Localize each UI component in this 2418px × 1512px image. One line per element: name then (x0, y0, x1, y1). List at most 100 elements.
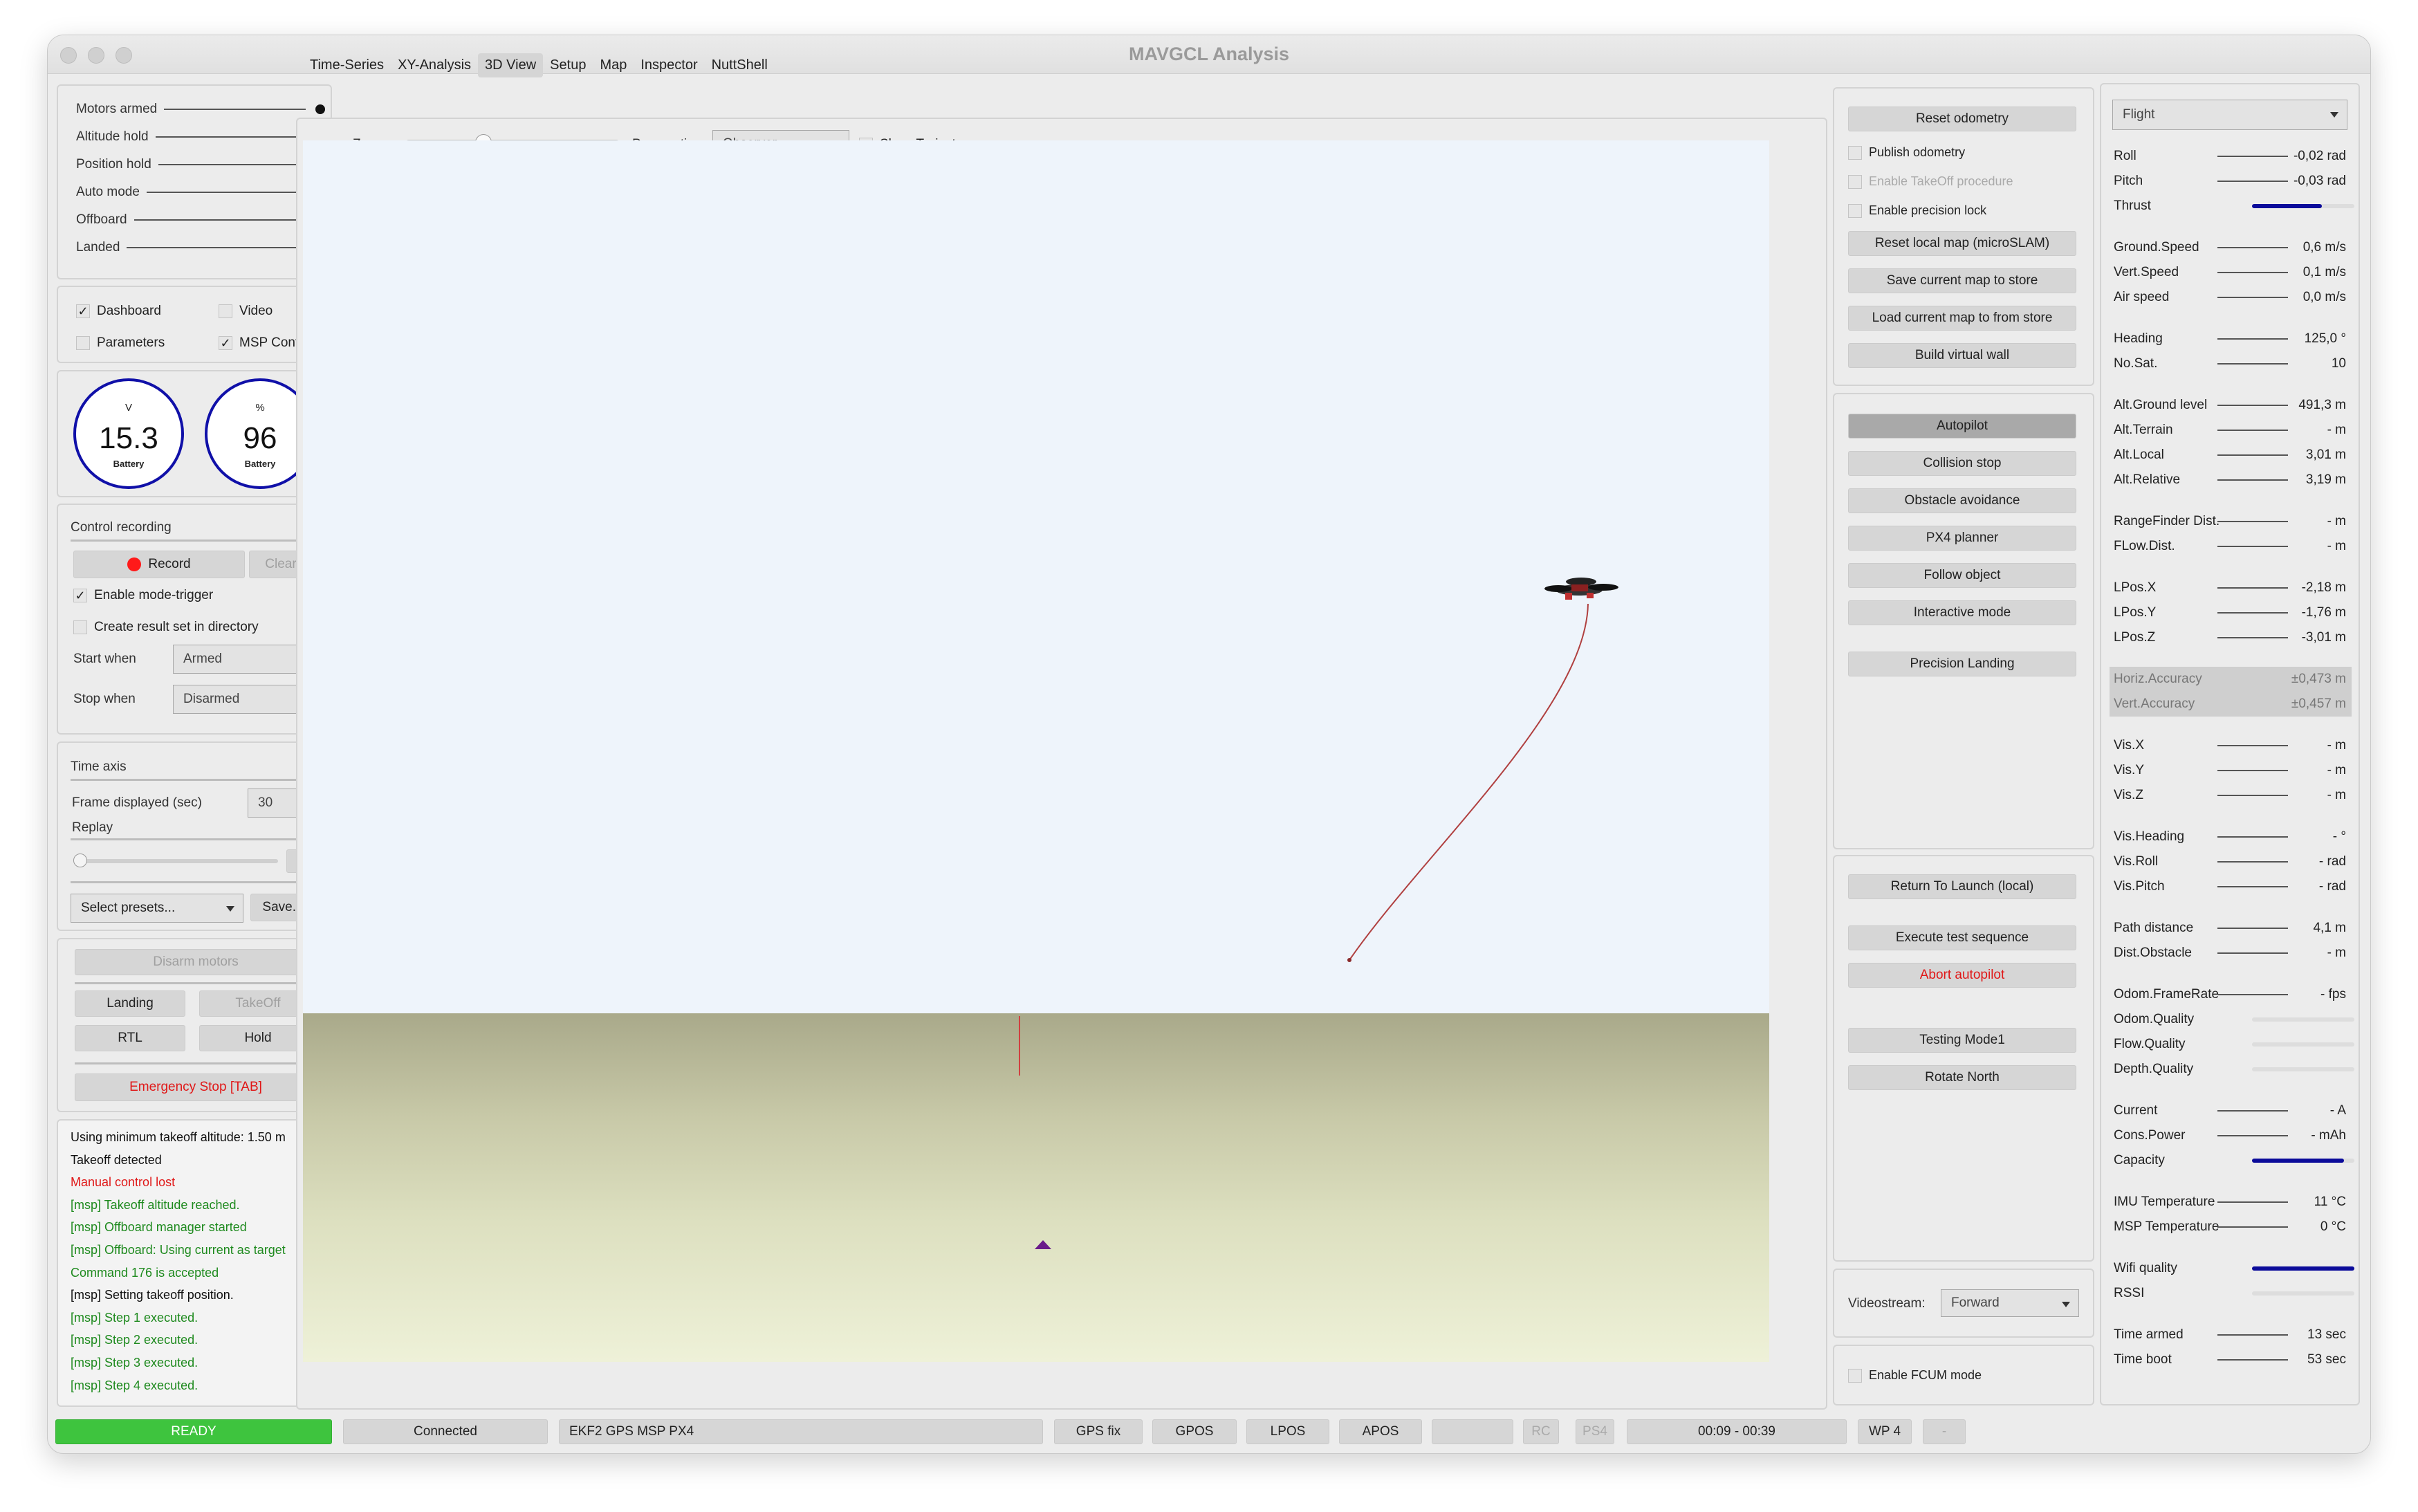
execute-test-sequence-button[interactable]: Execute test sequence (1848, 925, 2076, 950)
log-line: [msp] Step 3 executed. (71, 1356, 199, 1370)
enable-takeoff-checkbox[interactable]: Enable TakeOff procedure (1848, 174, 2013, 189)
disarm-motors-button[interactable]: Disarm motors (75, 949, 317, 975)
start-when-select[interactable]: Armed (173, 645, 314, 674)
obstacle-avoidance-button[interactable]: Obstacle avoidance (1848, 488, 2076, 513)
tab-xy-analysis[interactable]: XY-Analysis (391, 53, 478, 77)
presets-select[interactable]: Select presets... (71, 894, 243, 923)
frame-displayed-label: Frame displayed (sec) (72, 795, 202, 810)
tab-inspector[interactable]: Inspector (634, 53, 704, 77)
telemetry-row: Cons.Power - mAh (2114, 1128, 2346, 1143)
system-info: EKF2 GPS MSP PX4 (559, 1419, 1043, 1444)
control-recording-panel: Control recording Record Clear ✓ Enable m… (57, 504, 332, 735)
testing-mode-button[interactable]: Testing Mode1 (1848, 1028, 2076, 1053)
precision-landing-button[interactable]: Precision Landing (1848, 652, 2076, 676)
telemetry-row: Capacity (2114, 1148, 2356, 1173)
collision-stop-button[interactable]: Collision stop (1848, 451, 2076, 476)
parameters-checkbox[interactable]: Parameters (76, 335, 165, 351)
build-virtual-wall-button[interactable]: Build virtual wall (1848, 343, 2076, 368)
reset-odometry-button[interactable]: Reset odometry (1848, 107, 2076, 131)
telemetry-row: Ground.Speed 0,6 m/s (2114, 240, 2346, 255)
start-when-label: Start when (73, 652, 136, 666)
log-line: [msp] Step 1 executed. (71, 1310, 199, 1325)
level-bar (2252, 204, 2354, 208)
log-line: [msp] Step 2 executed. (71, 1333, 199, 1347)
replay-slider-track[interactable] (77, 859, 278, 863)
publish-odometry-checkbox[interactable]: Publish odometry (1848, 145, 1965, 160)
telemetry-row: Time boot 53 sec (2114, 1352, 2346, 1367)
telemetry-row: Heading 125,0 ° (2114, 331, 2346, 346)
telemetry-row: Vis.Z - m (2114, 788, 2346, 802)
3d-viewport[interactable] (303, 140, 1769, 1362)
tab-time-series[interactable]: Time-Series (303, 53, 391, 77)
log-line: Manual control lost (71, 1175, 176, 1190)
telemetry-panel: Flight Roll -0,02 rad Pitch -0,03 rad Thrust… (2100, 83, 2360, 1405)
telemetry-row: Wifi quality (2114, 1256, 2356, 1281)
telemetry-row: No.Sat. 10 (2114, 356, 2346, 371)
videostream-label: Videostream: (1848, 1296, 1926, 1311)
telemetry-row: Odom.FrameRate - fps (2114, 987, 2346, 1002)
ps4-status: PS4 (1576, 1419, 1614, 1444)
return-to-launch-button[interactable]: Return To Launch (local) (1848, 874, 2076, 899)
telemetry-row: Thrust (2114, 194, 2356, 219)
mode-indicator: Position hold (76, 151, 325, 178)
lpos-status: LPOS (1246, 1419, 1329, 1444)
interactive-mode-button[interactable]: Interactive mode (1848, 600, 2076, 625)
emergency-stop-button[interactable]: Emergency Stop [TAB] (75, 1073, 317, 1101)
tab-map[interactable]: Map (593, 53, 634, 77)
follow-object-button[interactable]: Follow object (1848, 563, 2076, 588)
load-map-button[interactable]: Load current map to from store (1848, 306, 2076, 331)
video-checkbox[interactable]: Video (219, 304, 273, 319)
check-icon: ✓ (76, 304, 90, 318)
scene-overlay (1019, 578, 1618, 1249)
reset-local-map-button[interactable]: Reset local map (microSLAM) (1848, 231, 2076, 256)
gps-fix-status: GPS fix (1054, 1419, 1143, 1444)
status-dot-icon (315, 104, 325, 114)
chevron-down-icon (2330, 112, 2338, 118)
connection-status: Connected (343, 1419, 548, 1444)
msp-autopilot-panel: Autopilot Collision stop Obstacle avoida… (1833, 393, 2094, 849)
videostream-select[interactable]: Forward (1941, 1289, 2079, 1317)
log-line: [msp] Takeoff altitude reached. (71, 1197, 240, 1212)
result-set-checkbox[interactable]: Create result set in directory (73, 620, 259, 635)
tab-nuttshell[interactable]: NuttShell (705, 53, 775, 77)
battery-gauges-panel: V 15.3 Battery % 96 Battery (57, 370, 332, 497)
telemetry-row: Alt.Local 3,01 m (2114, 448, 2346, 462)
tab-3d-view[interactable]: 3D View (478, 53, 544, 77)
save-map-button[interactable]: Save current map to store (1848, 268, 2076, 293)
enable-fcum-checkbox[interactable]: Enable FCUM mode (1848, 1368, 1982, 1383)
rotate-north-button[interactable]: Rotate North (1848, 1065, 2076, 1090)
rtl-button[interactable]: RTL (75, 1025, 185, 1051)
flight-select[interactable]: Flight (2112, 100, 2347, 130)
autopilot-button[interactable]: Autopilot (1848, 414, 2076, 439)
landing-button[interactable]: Landing (75, 990, 185, 1017)
px4-planner-button[interactable]: PX4 planner (1848, 526, 2076, 551)
telemetry-row: Pitch -0,03 rad (2114, 174, 2346, 188)
tab-setup[interactable]: Setup (543, 53, 593, 77)
apos-status: APOS (1339, 1419, 1422, 1444)
telemetry-row: LPos.X -2,18 m (2114, 580, 2346, 595)
precision-lock-checkbox[interactable]: Enable precision lock (1848, 203, 1986, 218)
gpos-status: GPOS (1152, 1419, 1237, 1444)
telemetry-row: LPos.Z -3,01 m (2114, 630, 2346, 645)
replay-slider-handle[interactable] (73, 854, 87, 867)
battery-voltage-gauge: V 15.3 Battery (73, 378, 184, 489)
msp-config-panel: Reset odometry Publish odometry Enable T… (1833, 87, 2094, 386)
mode-trigger-checkbox[interactable]: ✓ Enable mode-trigger (73, 588, 213, 603)
telemetry-row: Vis.X - m (2114, 738, 2346, 753)
record-icon (127, 557, 142, 571)
time-range-status: 00:09 - 00:39 (1627, 1419, 1847, 1444)
telemetry-row: Vis.Heading - ° (2114, 829, 2346, 844)
telemetry-row: Vis.Y - m (2114, 763, 2346, 777)
record-button[interactable]: Record (73, 551, 245, 578)
msp-actions-panel: Return To Launch (local) Execute test se… (1833, 855, 2094, 1262)
mode-indicator: Altitude hold (76, 123, 325, 151)
dashboard-checkbox[interactable]: ✓ Dashboard (76, 304, 161, 319)
fcum-panel: Enable FCUM mode (1833, 1345, 2094, 1405)
mode-indicator: Landed (76, 234, 325, 261)
extra-status: - (1923, 1419, 1966, 1444)
telemetry-row: RSSI (2114, 1281, 2356, 1306)
stop-when-select[interactable]: Disarmed (173, 685, 314, 714)
telemetry-row: Air speed 0,0 m/s (2114, 290, 2346, 304)
abort-autopilot-button[interactable]: Abort autopilot (1848, 963, 2076, 988)
mode-indicators-panel: Motors armed Altitude hold Position hold Au… (57, 84, 332, 279)
